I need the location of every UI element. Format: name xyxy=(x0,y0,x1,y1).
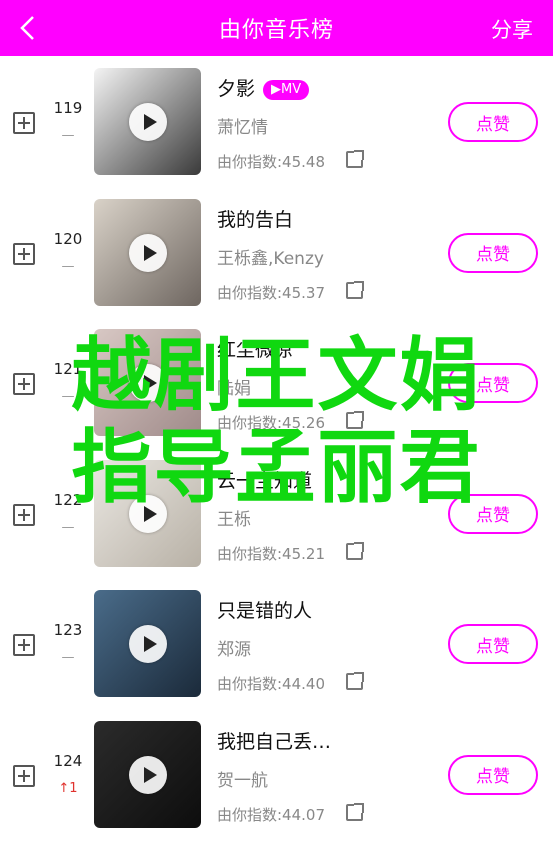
list-item[interactable]: 123 — 只是错的人 郑源 由你指数:44.40 点赞 xyxy=(0,578,553,709)
play-icon[interactable] xyxy=(129,625,167,663)
rank-trend: — xyxy=(61,258,75,274)
share-button[interactable]: 分享 xyxy=(491,14,533,44)
album-cover[interactable] xyxy=(94,329,201,436)
play-icon[interactable] xyxy=(129,233,167,272)
album-cover[interactable] xyxy=(94,590,201,697)
external-link-icon[interactable] xyxy=(346,672,364,690)
score-index: 由你指数:44.40 xyxy=(217,675,325,693)
add-icon[interactable] xyxy=(13,634,35,656)
rank-number: 124 xyxy=(53,751,83,770)
list-item[interactable]: 121 — 红尘微凉 陆娟 由你指数:45.26 点赞 xyxy=(0,317,553,448)
rank-trend: — xyxy=(61,650,75,665)
score-index: 由你指数:45.37 xyxy=(217,283,325,302)
page-title: 由你音乐榜 xyxy=(218,18,334,43)
list-item[interactable]: 120 — 我的告白 王栎鑫,Kenzy 由你指数:45.37 点赞 xyxy=(0,187,553,318)
rank-number: 122 xyxy=(53,490,83,509)
like-button[interactable]: 点赞 xyxy=(448,493,538,534)
play-icon[interactable] xyxy=(129,103,167,141)
play-icon[interactable] xyxy=(129,755,167,794)
chevron-left-icon xyxy=(20,16,34,40)
album-cover[interactable] xyxy=(94,198,201,306)
album-cover[interactable] xyxy=(94,720,201,828)
play-icon[interactable] xyxy=(129,364,167,402)
rank-trend: — xyxy=(61,519,75,535)
mv-badge[interactable]: ▶MV xyxy=(263,80,310,100)
like-button[interactable]: 点赞 xyxy=(448,754,538,795)
list-item[interactable]: 124 ↑1 我把自己丢… 贺一航 由你指数:44.07 点赞 xyxy=(0,709,553,840)
like-button[interactable]: 点赞 xyxy=(448,102,538,142)
rank-number: 120 xyxy=(53,229,83,248)
song-title[interactable]: 只是错的人 xyxy=(217,596,312,623)
singer-name[interactable]: 郑源 xyxy=(217,635,251,660)
rank-number: 121 xyxy=(53,360,83,378)
singer-name[interactable]: 王栎鑫,Kenzy xyxy=(217,244,324,269)
rank-trend: — xyxy=(61,128,75,143)
song-title[interactable]: 我把自己丢… xyxy=(217,727,331,754)
rank-number: 119 xyxy=(53,99,83,117)
singer-name[interactable]: 王栎 xyxy=(217,505,251,530)
like-button[interactable]: 点赞 xyxy=(448,232,538,273)
singer-name[interactable]: 萧忆情 xyxy=(217,113,268,138)
external-link-icon[interactable] xyxy=(346,280,364,299)
like-button[interactable]: 点赞 xyxy=(448,363,538,403)
rank-trend: — xyxy=(61,389,75,404)
add-icon[interactable] xyxy=(13,503,35,526)
top-bar: 由你音乐榜 分享 xyxy=(0,0,553,56)
rank-number: 123 xyxy=(53,621,83,639)
rank-trend: ↑1 xyxy=(58,780,78,796)
singer-name[interactable]: 陆娟 xyxy=(217,374,251,399)
list-item[interactable]: 119 — 夕影 ▶MV 萧忆情 由你指数:45.48 点赞 xyxy=(0,56,553,187)
add-icon[interactable] xyxy=(13,764,35,787)
external-link-icon[interactable] xyxy=(346,411,364,429)
score-index: 由你指数:45.21 xyxy=(217,544,325,563)
external-link-icon[interactable] xyxy=(346,541,364,560)
back-button[interactable] xyxy=(10,10,46,46)
singer-name[interactable]: 贺一航 xyxy=(217,766,268,791)
list-item[interactable]: 122 — 云一宝知道 王栎 由你指数:45.21 点赞 xyxy=(0,448,553,579)
external-link-icon[interactable] xyxy=(346,150,364,168)
song-title[interactable]: 红尘微凉 xyxy=(217,335,293,362)
score-index: 由你指数:44.07 xyxy=(217,805,325,824)
add-icon[interactable] xyxy=(13,112,35,134)
chart-list: 119 — 夕影 ▶MV 萧忆情 由你指数:45.48 点赞 120 — 我的告白… xyxy=(0,56,553,839)
song-title[interactable]: 我的告白 xyxy=(217,205,293,232)
song-title[interactable]: 夕影 ▶MV xyxy=(217,74,310,101)
song-title[interactable]: 云一宝知道 xyxy=(217,466,312,493)
album-cover[interactable] xyxy=(94,68,201,175)
album-cover[interactable] xyxy=(94,459,201,567)
play-icon[interactable] xyxy=(129,494,167,533)
like-button[interactable]: 点赞 xyxy=(448,624,538,664)
score-index: 由你指数:45.48 xyxy=(217,153,325,171)
external-link-icon[interactable] xyxy=(346,802,364,821)
score-index: 由你指数:45.26 xyxy=(217,414,325,432)
add-icon[interactable] xyxy=(13,242,35,265)
add-icon[interactable] xyxy=(13,373,35,395)
